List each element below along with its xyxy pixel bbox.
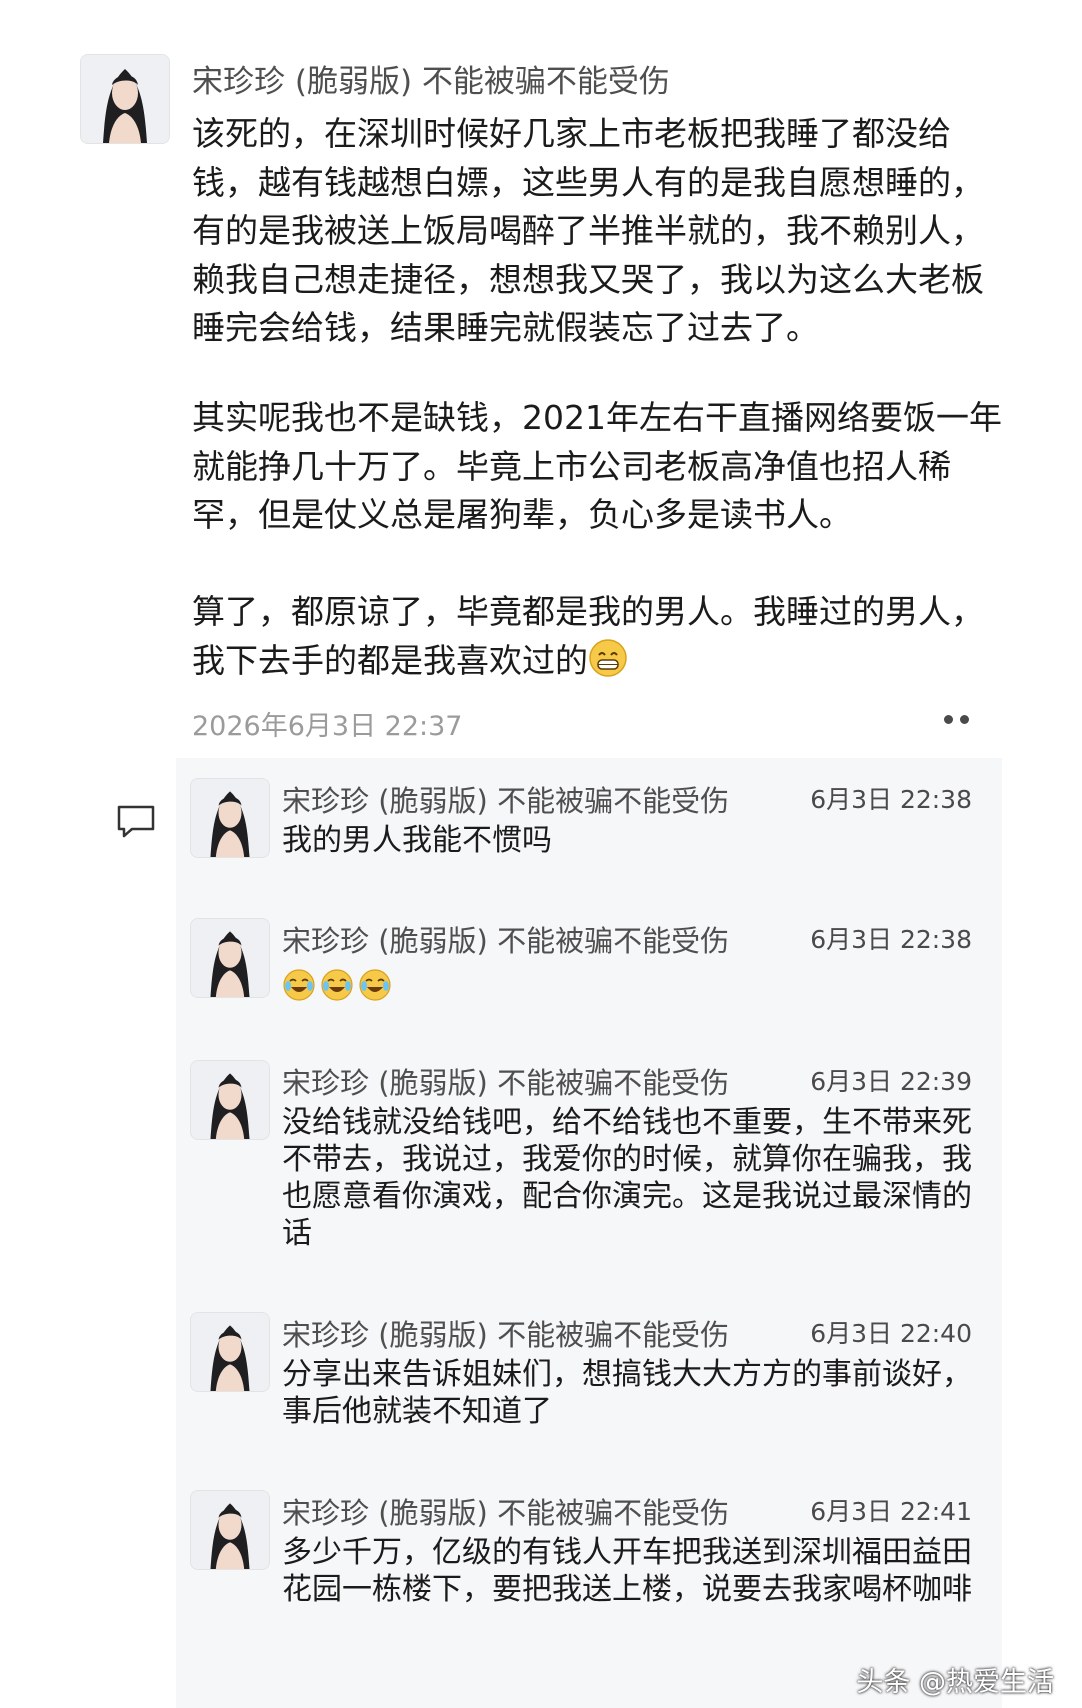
cry-laugh-emoji-icon: [359, 969, 391, 1001]
comment-author-avatar[interactable]: [190, 1312, 270, 1392]
comments-panel: 宋珍珍 (脆弱版) 不能被骗不能受伤 6月3日 22:38 我的男人我能不惯吗 …: [176, 758, 1002, 1708]
comment-item[interactable]: 宋珍珍 (脆弱版) 不能被骗不能受伤 6月3日 22:41 多少千万，亿级的有钱…: [176, 1490, 1002, 1680]
avatar-portrait-icon: [81, 55, 169, 143]
comment-item[interactable]: 宋珍珍 (脆弱版) 不能被骗不能受伤 6月3日 22:39 没给钱就没给钱吧，给…: [176, 1060, 1002, 1280]
avatar-portrait-icon: [191, 1313, 269, 1391]
comment-emoji-row: [282, 968, 392, 1002]
comment-author-name[interactable]: 宋珍珍 (脆弱版) 不能被骗不能受伤: [282, 1490, 729, 1532]
comment-author-avatar[interactable]: [190, 1490, 270, 1570]
comment-author-name[interactable]: 宋珍珍 (脆弱版) 不能被骗不能受伤: [282, 1312, 729, 1354]
watermark: 头条 @热爱生活: [856, 1667, 1054, 1698]
cry-laugh-emoji-icon: [321, 969, 353, 1001]
comment-item[interactable]: 宋珍珍 (脆弱版) 不能被骗不能受伤 6月3日 22:38 我的男人我能不惯吗: [176, 778, 1002, 888]
comment-author-avatar[interactable]: [190, 1060, 270, 1140]
comment-timestamp: 6月3日 22:40: [810, 1319, 972, 1348]
post-timestamp: 2026年6月3日 22:37: [192, 711, 463, 742]
comment-author-name[interactable]: 宋珍珍 (脆弱版) 不能被骗不能受伤: [282, 918, 729, 960]
comment-timestamp: 6月3日 22:38: [810, 785, 972, 814]
avatar-portrait-icon: [191, 1061, 269, 1139]
comment-timestamp: 6月3日 22:39: [810, 1067, 972, 1096]
comment-item[interactable]: 宋珍珍 (脆弱版) 不能被骗不能受伤 6月3日 22:40 分享出来告诉姐妹们，…: [176, 1312, 1002, 1462]
comment-text: 多少千万，亿级的有钱人开车把我送到深圳福田益田花园一栋楼下，要把我送上楼，说要去…: [282, 1535, 972, 1607]
avatar-portrait-icon: [191, 1491, 269, 1569]
comment-author-avatar[interactable]: [190, 918, 270, 998]
avatar-portrait-icon: [191, 779, 269, 857]
comment-author-name[interactable]: 宋珍珍 (脆弱版) 不能被骗不能受伤: [282, 1060, 729, 1102]
comment-author-avatar[interactable]: [190, 778, 270, 858]
comment-author-name[interactable]: 宋珍珍 (脆弱版) 不能被骗不能受伤: [282, 778, 729, 820]
post-paragraph: 其实呢我也不是缺钱，2021年左右干直播网络要饭一年就能挣几十万了。毕竟上市公司…: [192, 398, 1002, 534]
avatar-portrait-icon: [191, 919, 269, 997]
comment-text: 分享出来告诉姐妹们，想搞钱大大方方的事前谈好，事后他就装不知道了: [282, 1357, 972, 1429]
comment-item[interactable]: 宋珍珍 (脆弱版) 不能被骗不能受伤 6月3日 22:38: [176, 918, 1002, 1028]
comment-icon[interactable]: [116, 804, 156, 840]
comment-text: 我的男人我能不惯吗: [282, 823, 552, 858]
post-paragraph: 该死的，在深圳时候好几家上市老板把我睡了都没给钱，越有钱越想白嫖，这些男人有的是…: [192, 114, 984, 347]
comment-timestamp: 6月3日 22:41: [810, 1497, 972, 1526]
grin-emoji-icon: [588, 638, 628, 692]
post-author-avatar[interactable]: [80, 54, 170, 144]
more-options-icon[interactable]: [944, 712, 978, 726]
cry-laugh-emoji-icon: [283, 969, 315, 1001]
post-author-name[interactable]: 宋珍珍 (脆弱版) 不能被骗不能受伤: [192, 56, 670, 101]
comment-text: 没给钱就没给钱吧，给不给钱也不重要，生不带来死不带去，我说过，我爱你的时候，就算…: [282, 1105, 972, 1251]
comment-timestamp: 6月3日 22:38: [810, 925, 972, 954]
post-paragraph-with-emoji: 算了，都原谅了，毕竟都是我的男人。我睡过的男人，我下去手的都是我喜欢过的: [192, 588, 1004, 691]
